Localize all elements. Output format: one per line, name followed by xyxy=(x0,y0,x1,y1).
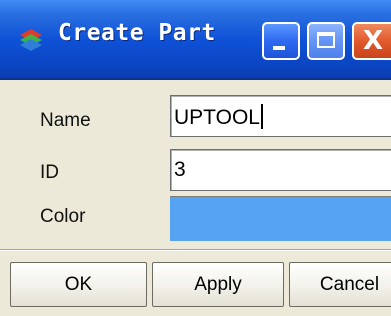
minimize-icon xyxy=(273,46,285,50)
name-field[interactable]: UPTOOL xyxy=(170,95,391,137)
layers-icon xyxy=(20,29,42,51)
id-field[interactable]: 3 xyxy=(170,149,391,191)
color-swatch[interactable] xyxy=(170,196,391,241)
text-caret xyxy=(260,104,263,129)
divider xyxy=(0,249,391,251)
create-part-dialog: Create Part X Name UPTOOL ID 3 Color OK … xyxy=(0,0,391,316)
cancel-button[interactable]: Cancel xyxy=(289,262,391,307)
id-label: ID xyxy=(40,162,59,183)
close-button[interactable]: X xyxy=(352,22,391,60)
color-label: Color xyxy=(40,206,86,227)
ok-button[interactable]: OK xyxy=(10,262,147,307)
apply-button[interactable]: Apply xyxy=(152,262,284,307)
maximize-icon xyxy=(317,32,335,48)
minimize-button[interactable] xyxy=(262,22,300,60)
maximize-button[interactable] xyxy=(307,22,345,60)
window-title: Create Part xyxy=(58,20,216,46)
name-value: UPTOOL xyxy=(174,106,260,129)
id-value: 3 xyxy=(174,158,186,181)
name-label: Name xyxy=(40,110,91,131)
close-icon: X xyxy=(363,26,384,56)
title-bar[interactable]: Create Part X xyxy=(0,0,391,80)
